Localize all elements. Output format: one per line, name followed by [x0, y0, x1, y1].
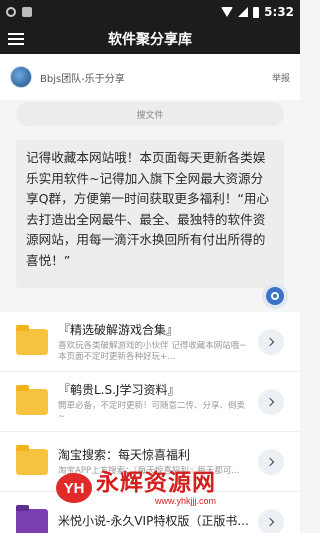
floating-action-button[interactable] [262, 283, 288, 309]
floating-button-icon [266, 287, 284, 305]
list-item-desc: 開車必备，不定时更新！可随意二传、分享、倒卖~ [58, 400, 246, 422]
author-name[interactable]: Bbjs团队-乐于分享 [40, 70, 125, 85]
hamburger-menu-icon[interactable] [0, 24, 32, 54]
avatar[interactable] [10, 66, 32, 88]
folder-icon [16, 444, 48, 475]
list-item-title: 米悦小说-永久VIP特权版（正版书... [58, 513, 249, 528]
folder-icon [16, 324, 48, 355]
report-button[interactable]: 举报 [272, 71, 290, 84]
chevron-right-icon[interactable] [258, 508, 284, 533]
signal-icon [238, 7, 249, 17]
page-title: 软件聚分享库 [108, 32, 192, 48]
status-bar: 5:32 [0, 0, 300, 24]
wifi-icon [221, 7, 234, 17]
watermark: YH 永辉资源网 www.yhkjjj.com [56, 470, 216, 506]
search-wrapper: 搜文件 [0, 100, 300, 126]
list-item-title: 『鹌贵L.S.J学习资料』 [58, 382, 180, 397]
settings-icon [6, 7, 16, 17]
list-item-title: 淘宝搜索：每天惊喜福利 [58, 448, 191, 462]
list-item[interactable]: 『鹌贵L.S.J学习资料』 開車必备，不定时更新！可随意二传、分享、倒卖~ [0, 372, 300, 432]
search-input[interactable]: 搜文件 [16, 102, 284, 126]
app-bar: 软件聚分享库 [0, 24, 300, 54]
chevron-right-icon[interactable] [258, 448, 284, 475]
folder-icon [16, 384, 48, 415]
list-item-desc: 喜欢玩各类破解游戏的小伙伴 记得收藏本网站哦~本页面不定时更新各种好玩+... [58, 340, 247, 362]
author-row: Bbjs团队-乐于分享 举报 [0, 54, 300, 100]
chevron-right-icon[interactable] [258, 328, 284, 355]
app-icon [16, 504, 48, 533]
notification-icon [22, 7, 32, 17]
watermark-text: 永辉资源网 [96, 470, 216, 496]
chevron-right-icon[interactable] [258, 388, 284, 415]
announcement-text: 记得收藏本网站哦！本页面每天更新各类娱乐实用软件~记得加入旗下全网最大资源分享Q… [16, 140, 284, 288]
watermark-logo: YH [56, 473, 92, 503]
list-item[interactable]: 『精选破解游戏合集』 喜欢玩各类破解游戏的小伙伴 记得收藏本网站哦~本页面不定时… [0, 312, 300, 372]
battery-icon [253, 6, 260, 18]
status-time: 5:32 [264, 5, 294, 19]
list-item-title: 『精选破解游戏合集』 [58, 322, 179, 337]
watermark-url: www.yhkjjj.com [154, 496, 216, 506]
